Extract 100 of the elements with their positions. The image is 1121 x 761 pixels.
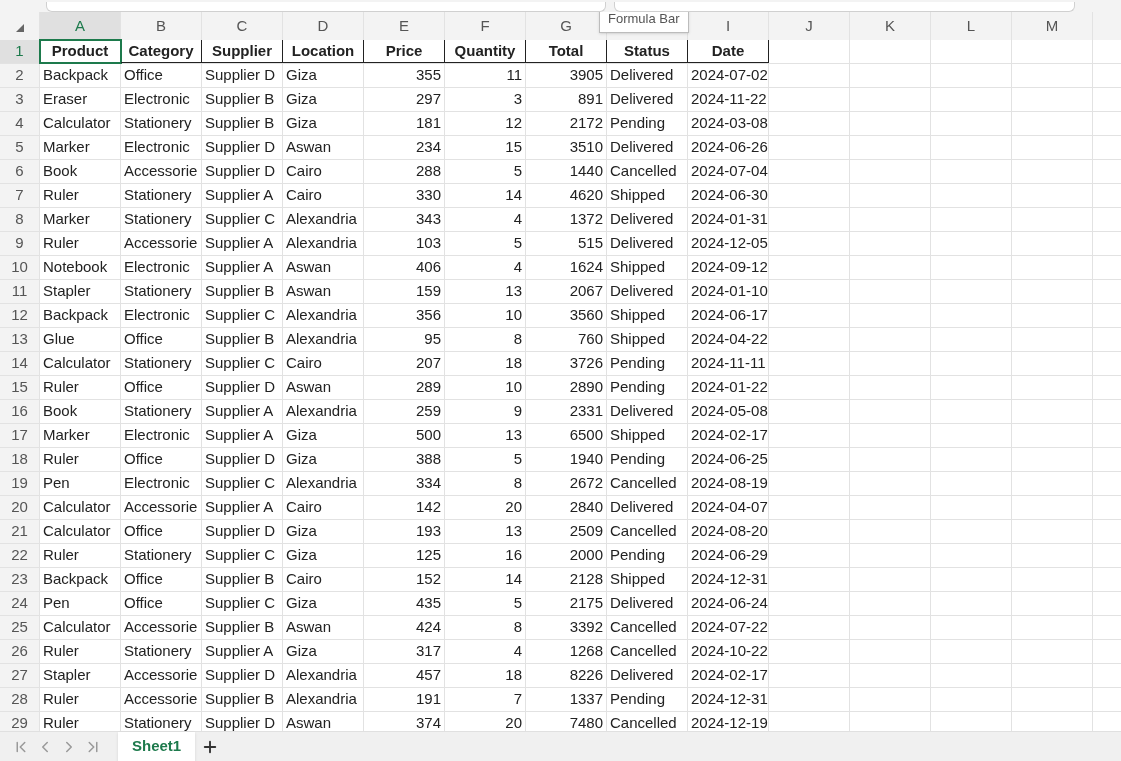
table-cell: 2024-06-26 [688,136,769,159]
table-cell: 356 [364,304,445,327]
table-cell: Stapler [40,664,121,687]
row-header[interactable]: 29 [0,712,40,731]
table-cell: Calculator [40,352,121,375]
row-header[interactable]: 19 [0,472,40,495]
row-header[interactable]: 27 [0,664,40,687]
table-cell: 760 [526,328,607,351]
table-cell: 3905 [526,64,607,87]
row-header[interactable]: 17 [0,424,40,447]
row-header[interactable]: 23 [0,568,40,591]
active-cell[interactable]: Product [40,40,121,63]
table-cell: 142 [364,496,445,519]
row-header[interactable]: 15 [0,376,40,399]
table-cell: Shipped [607,328,688,351]
column-header[interactable]: G [560,14,572,38]
table-cell: 2024-06-29 [688,544,769,567]
table-cell: Ruler [40,640,121,663]
column-header[interactable]: C [236,14,248,38]
row-header[interactable]: 3 [0,88,40,111]
table-cell: 15 [445,136,526,159]
table-cell: Pen [40,592,121,615]
table-cell: Office [121,568,202,591]
table-cell: Pending [607,448,688,471]
row-header[interactable]: 16 [0,400,40,423]
table-cell: Pending [607,544,688,567]
row-header[interactable]: 8 [0,208,40,231]
table-cell: Giza [283,592,364,615]
table-cell: 2067 [526,280,607,303]
table-cell: 10 [445,304,526,327]
column-header[interactable]: A [75,14,85,38]
row-header[interactable]: 11 [0,280,40,303]
table-cell: 2024-10-22 [688,640,769,663]
row-header[interactable]: 20 [0,496,40,519]
column-header[interactable]: F [480,14,490,38]
table-cell: Stationery [121,640,202,663]
table-cell: 159 [364,280,445,303]
table-cell: Stapler [40,280,121,303]
column-header[interactable]: K [885,14,895,38]
row-header[interactable]: 24 [0,592,40,615]
table-cell: Supplier D [202,520,283,543]
name-box[interactable] [46,2,606,12]
row-header[interactable]: 12 [0,304,40,327]
row-header[interactable]: 14 [0,352,40,375]
column-header[interactable]: J [805,14,813,38]
column-header[interactable]: B [156,14,166,38]
table-cell: Marker [40,136,121,159]
row-header[interactable]: 1 [0,40,40,63]
table-cell: 2024-12-31 [688,688,769,711]
column-title: Location [283,40,364,63]
row-header[interactable]: 28 [0,688,40,711]
table-cell: 234 [364,136,445,159]
table-cell: Accessorie [121,496,202,519]
table-cell: Giza [283,64,364,87]
table-cell: Supplier B [202,568,283,591]
table-cell: Pending [607,688,688,711]
table-cell: Cairo [283,496,364,519]
column-header[interactable]: M [1045,14,1059,38]
table-cell: 317 [364,640,445,663]
row-header[interactable]: 18 [0,448,40,471]
table-cell: 3 [445,88,526,111]
table-cell: Supplier D [202,664,283,687]
table-cell: Notebook [40,256,121,279]
row-header[interactable]: 10 [0,256,40,279]
row-header[interactable]: 6 [0,160,40,183]
table-cell: 1940 [526,448,607,471]
row-header[interactable]: 22 [0,544,40,567]
column-header[interactable]: I [725,14,731,38]
row-header[interactable]: 7 [0,184,40,207]
row-header[interactable]: 13 [0,328,40,351]
table-cell: 297 [364,88,445,111]
table-cell: Alexandria [283,400,364,423]
table-cell: 330 [364,184,445,207]
table-cell: Calculator [40,496,121,519]
table-cell: Marker [40,208,121,231]
column-header[interactable]: L [966,14,976,38]
column-header[interactable]: Formula Bar [607,12,688,40]
table-cell: 2024-01-31 [688,208,769,231]
row-header[interactable]: 9 [0,232,40,255]
row-header[interactable]: 4 [0,112,40,135]
table-cell: Book [40,160,121,183]
table-cell: 2024-02-17 [688,664,769,687]
row-header[interactable]: 25 [0,616,40,639]
row-header[interactable]: 21 [0,520,40,543]
table-cell: 2024-11-11 [688,352,769,375]
table-cell: Giza [283,112,364,135]
table-cell: 2024-01-22 [688,376,769,399]
sheet-tab[interactable]: Sheet1 [118,731,196,761]
column-header[interactable]: D [317,14,329,38]
row-header[interactable]: 2 [0,64,40,87]
table-cell: Delivered [607,280,688,303]
table-cell: Giza [283,544,364,567]
table-cell: 343 [364,208,445,231]
row-header[interactable]: 5 [0,136,40,159]
column-header[interactable]: E [399,14,409,38]
table-cell: 8 [445,616,526,639]
table-cell: 4 [445,256,526,279]
row-header[interactable]: 26 [0,640,40,663]
column-title: Status [607,40,688,63]
formula-field[interactable] [614,2,1075,12]
